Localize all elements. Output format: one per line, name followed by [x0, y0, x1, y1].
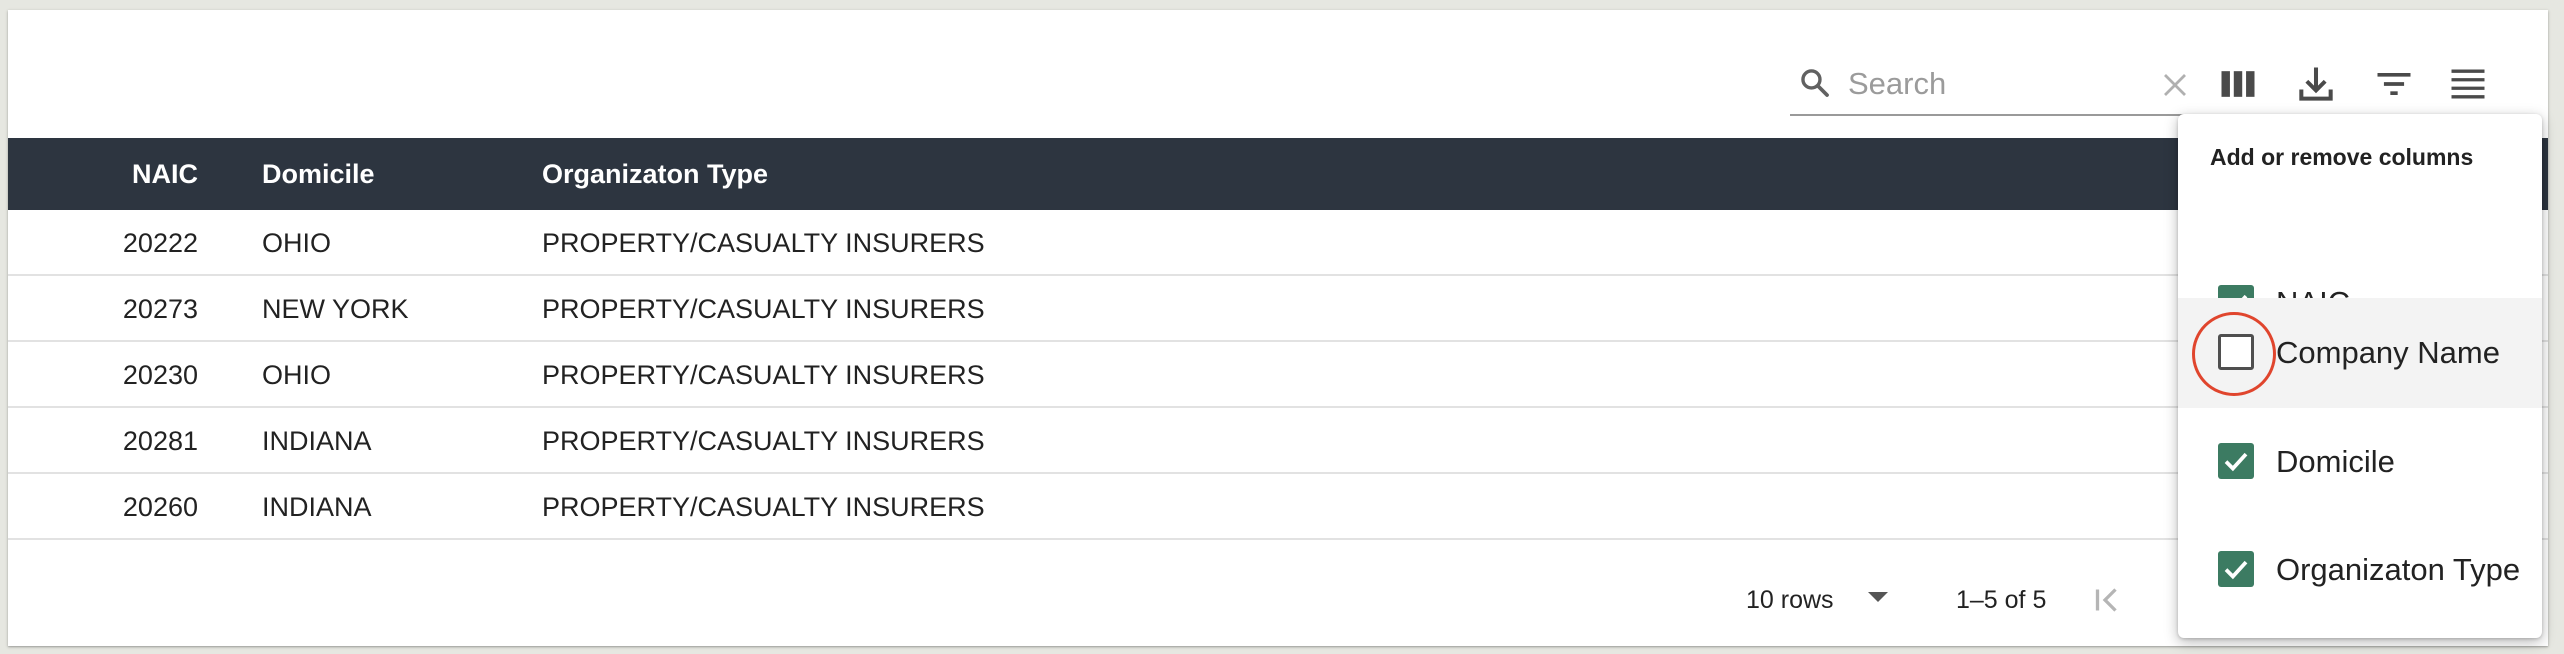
columns-icon	[2221, 71, 2255, 97]
caret-down-icon[interactable]	[1868, 592, 1888, 602]
table-row[interactable]: 20260 INDIANA PROPERTY/CASUALTY INSURERS	[8, 474, 2548, 540]
filter-button[interactable]	[2372, 62, 2416, 106]
cell-naic: 20281	[122, 426, 198, 456]
column-option-label: Domicile	[2276, 444, 2395, 479]
table-row[interactable]: 20230 OHIO PROPERTY/CASUALTY INSURERS	[8, 342, 2548, 408]
table-header: NAIC Domicile Organizaton Type	[8, 138, 2548, 210]
data-table-card: NAIC Domicile Organizaton Type 20222 OHI…	[8, 10, 2548, 646]
cell-naic: 20230	[122, 360, 198, 390]
rows-per-page-select[interactable]: 10 rows	[1746, 580, 1834, 620]
table-row[interactable]: 20273 NEW YORK PROPERTY/CASUALTY INSURER…	[8, 276, 2548, 342]
checkmark-icon	[2224, 452, 2248, 472]
column-header-domicile[interactable]: Domicile	[262, 138, 375, 210]
column-header-naic[interactable]: NAIC	[8, 138, 198, 210]
search-icon	[1801, 69, 1829, 97]
search-input[interactable]	[1848, 64, 2148, 104]
download-button[interactable]	[2294, 62, 2338, 106]
column-option-organization-type[interactable]: Organizaton Type	[2178, 516, 2542, 624]
checkbox-checked[interactable]	[2218, 551, 2254, 587]
checkbox-checked[interactable]	[2218, 443, 2254, 479]
column-option-label: Organizaton Type	[2276, 552, 2521, 587]
cell-organization-type: PROPERTY/CASUALTY INSURERS	[542, 426, 985, 456]
cell-domicile: INDIANA	[262, 492, 372, 522]
cell-domicile: OHIO	[262, 360, 332, 390]
column-option-label: Company Name	[2276, 335, 2500, 370]
highlight-circle	[2192, 312, 2276, 396]
cell-naic: 20222	[122, 228, 198, 258]
cell-naic: 20260	[122, 492, 198, 522]
cell-organization-type: PROPERTY/CASUALTY INSURERS	[542, 360, 985, 390]
cell-organization-type: PROPERTY/CASUALTY INSURERS	[542, 228, 985, 258]
column-header-organization-type[interactable]: Organizaton Type	[542, 138, 768, 210]
density-button[interactable]	[2446, 62, 2490, 106]
first-page-icon[interactable]	[2090, 582, 2126, 618]
filter-icon	[2377, 73, 2411, 95]
columns-button[interactable]	[2216, 62, 2260, 106]
table-row[interactable]: 20222 OHIO PROPERTY/CASUALTY INSURERS	[8, 210, 2548, 276]
clear-icon[interactable]	[2160, 70, 2190, 100]
search-field[interactable]	[1790, 54, 2214, 116]
cell-domicile: INDIANA	[262, 426, 372, 456]
cell-naic: 20273	[122, 294, 198, 324]
cell-domicile: NEW YORK	[262, 294, 409, 324]
column-option-domicile[interactable]: Domicile	[2178, 408, 2542, 516]
column-menu-title: Add or remove columns	[2210, 144, 2474, 170]
download-icon	[2299, 67, 2333, 101]
cell-organization-type: PROPERTY/CASUALTY INSURERS	[542, 294, 985, 324]
cell-organization-type: PROPERTY/CASUALTY INSURERS	[542, 492, 985, 522]
density-icon	[2451, 69, 2485, 99]
checkmark-icon	[2224, 560, 2248, 580]
cell-domicile: OHIO	[262, 228, 332, 258]
page-range: 1–5 of 5	[1956, 586, 2047, 614]
table-row[interactable]: 20281 INDIANA PROPERTY/CASUALTY INSURERS	[8, 408, 2548, 474]
